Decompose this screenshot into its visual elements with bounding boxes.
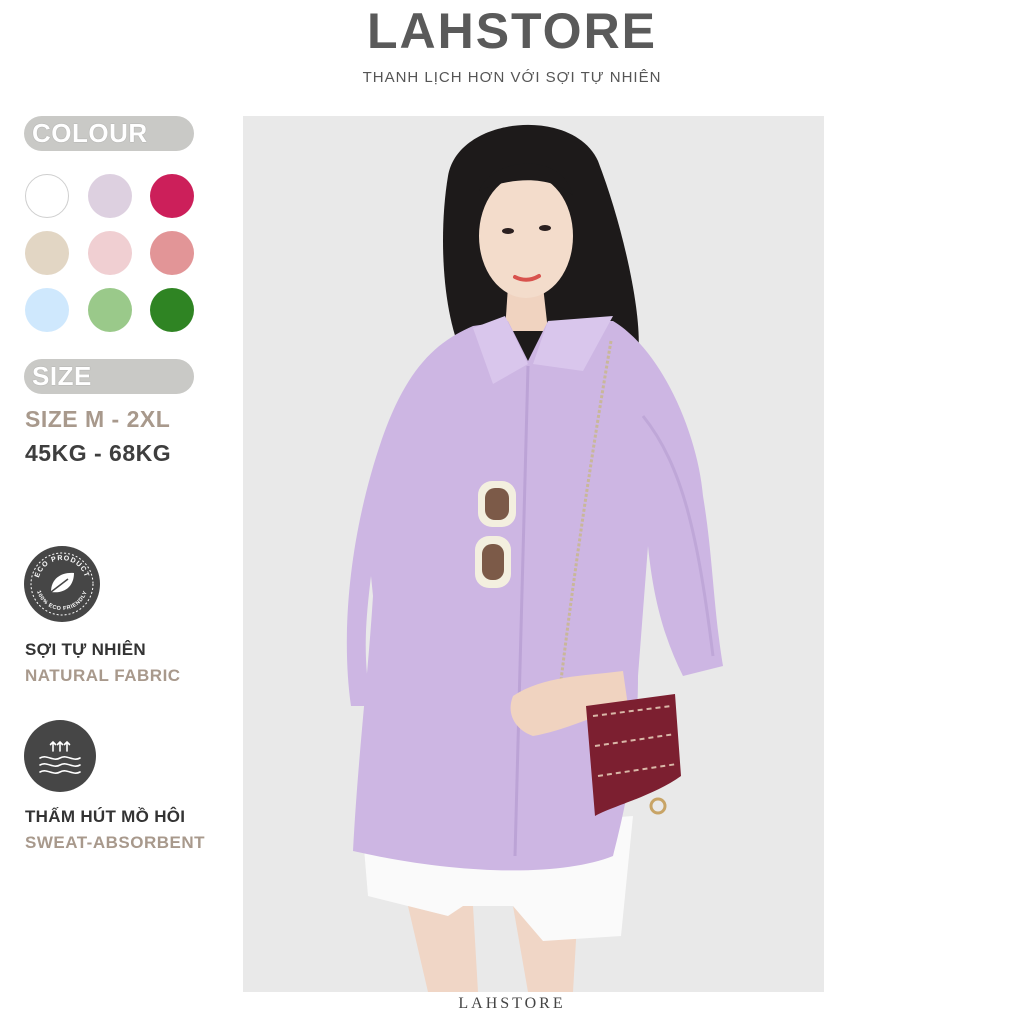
feature-sweat-title: THẤM HÚT MỒ HÔI [25, 807, 186, 826]
colour-swatch-6[interactable] [150, 231, 194, 275]
colour-swatch-8[interactable] [88, 288, 132, 332]
tagline: THANH LỊCH HƠN VỚI SỢI TỰ NHIÊN [362, 69, 662, 86]
size-range: SIZE M - 2XL [25, 406, 171, 432]
colour-swatch-4[interactable] [25, 231, 69, 275]
colour-swatch-3[interactable] [150, 174, 194, 218]
feature-sweat-subtitle: SWEAT-ABSORBENT [25, 833, 206, 852]
feature-natural-subtitle: NATURAL FABRIC [25, 666, 181, 685]
colour-swatch-2[interactable] [88, 174, 132, 218]
colour-swatch-9[interactable] [150, 288, 194, 332]
colour-swatch-7[interactable] [25, 288, 69, 332]
product-photo [243, 116, 824, 992]
footer-brand: LAHSTORE [458, 995, 566, 1012]
sweat-absorbent-icon [24, 720, 96, 792]
colour-swatch-5[interactable] [88, 231, 132, 275]
eco-product-badge-icon: ECO PRODUCT 100% ECO FRIENDLY [24, 546, 100, 622]
colour-swatch-1[interactable] [25, 174, 69, 218]
size-label: SIZE [24, 359, 194, 394]
colour-label: COLOUR [24, 116, 194, 151]
model-illustration [346, 124, 723, 992]
handbag [586, 694, 681, 816]
weight-range: 45KG - 68KG [25, 440, 172, 466]
feature-natural-title: SỢI TỰ NHIÊN [25, 640, 146, 659]
brand-logo: LAHSTORE [366, 3, 658, 59]
